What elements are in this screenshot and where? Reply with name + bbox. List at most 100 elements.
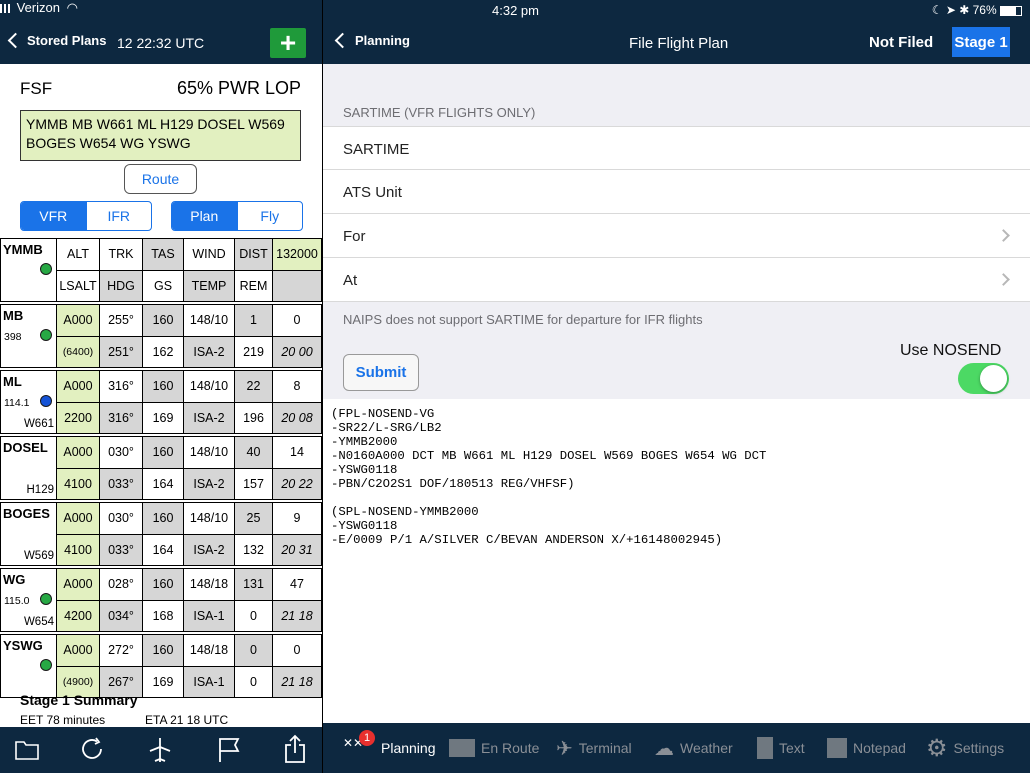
cell-tas: 160 (142, 370, 184, 403)
cell-gs: 168 (142, 599, 184, 632)
leg-row[interactable]: DOSEL H129 A000 030° 160 148/10 40 14 (0, 436, 322, 500)
for-row[interactable]: For (323, 214, 1030, 258)
clock: 4:32 pm (492, 3, 539, 18)
cell-alt[interactable]: A000 (56, 568, 100, 601)
cell-dist: 22 (234, 370, 273, 403)
airplane-icon[interactable] (146, 736, 174, 764)
sartime-row[interactable]: SARTIME (323, 126, 1030, 170)
cell-gs: 164 (142, 533, 184, 566)
cell-lsalt[interactable]: (6400) (56, 335, 100, 368)
tab-notepad[interactable]: Notepad (827, 733, 906, 763)
leg-row[interactable]: MB 398 A000 255° 160 148/10 1 0 (0, 304, 322, 368)
tab-terminal[interactable]: ✈ Terminal (556, 733, 632, 763)
plan-tab[interactable]: Plan (172, 202, 237, 230)
back-to-planning[interactable]: Planning (334, 32, 410, 49)
ifr-tab[interactable]: IFR (85, 202, 152, 230)
folder-icon[interactable] (14, 739, 40, 761)
summary-title: Stage 1 Summary (20, 692, 138, 708)
cell-eta: 20 00 (272, 335, 322, 368)
cell-rem: 196 (234, 401, 273, 434)
waypoint-cell[interactable]: YSWG (0, 634, 57, 698)
sartime-section-header: SARTIME (VFR FLIGHTS ONLY) (343, 105, 536, 120)
waypoint-cell[interactable]: DOSEL H129 (0, 436, 57, 500)
cell-alt[interactable]: A000 (56, 304, 100, 337)
cell-fuel: 9 (272, 502, 322, 535)
cell-alt[interactable]: A000 (56, 436, 100, 469)
back-to-stored-plans[interactable]: Stored Plans (7, 32, 107, 49)
cloud-icon: ☁ (654, 737, 674, 760)
cell-dist: 40 (234, 436, 273, 469)
origin-waypoint-cell[interactable]: YMMB (0, 238, 57, 302)
waypoint-frequency: 115.0 (4, 595, 30, 607)
share-icon[interactable] (283, 734, 307, 764)
location-icon: ➤ (945, 3, 956, 17)
cell-dist: 25 (234, 502, 273, 535)
nosend-toggle[interactable] (958, 363, 1009, 394)
refresh-icon[interactable] (79, 735, 107, 763)
cell-alt[interactable]: A000 (56, 634, 100, 667)
back-label: Stored Plans (27, 33, 107, 48)
back-label: Planning (355, 33, 410, 48)
cell-temp: ISA-2 (183, 467, 235, 500)
header-wind: WIND (183, 238, 235, 271)
wifi-icon: ◠ (66, 0, 78, 15)
cell-fuel: 0 (272, 304, 322, 337)
planning-icon: ✕✕ 1 (343, 730, 375, 760)
airway: H129 (26, 484, 55, 496)
header-alt: ALT (56, 238, 100, 271)
status-icons: ☾ ➤ ✱ 76% (932, 3, 1022, 17)
cell-lsalt[interactable]: 4200 (56, 599, 100, 632)
left-navigation-bar: Verizon ◠ Stored Plans 12 22:32 UTC + (0, 0, 322, 64)
route-button[interactable]: Route (124, 164, 197, 194)
cell-lsalt[interactable]: 4100 (56, 533, 100, 566)
tab-text[interactable]: Text (757, 733, 805, 763)
status-dot-icon (40, 659, 52, 671)
leg-row[interactable]: BOGES W569 A000 030° 160 148/10 25 9 (0, 502, 322, 566)
flight-rules-segment: VFR IFR (20, 201, 152, 231)
leg-row[interactable]: ML 114.1 W661 A000 316° 160 148/10 22 8 (0, 370, 322, 434)
waypoint-name: WG (3, 572, 26, 587)
cell-lsalt[interactable]: 4100 (56, 467, 100, 500)
chevron-right-icon (997, 273, 1010, 286)
header-fuel[interactable]: 132000 (272, 238, 322, 271)
waypoint-frequency: 398 (4, 331, 22, 343)
add-plan-button[interactable]: + (270, 28, 306, 58)
ats-unit-row[interactable]: ATS Unit (323, 170, 1030, 214)
cell-wind: 148/10 (183, 436, 235, 469)
fly-tab[interactable]: Fly (236, 202, 303, 230)
tab-settings[interactable]: ⚙ Settings (926, 733, 1004, 763)
moon-icon: ☾ (931, 3, 943, 17)
tab-label: Planning (381, 740, 436, 756)
tab-planning[interactable]: ✕✕ 1 Planning (343, 730, 436, 763)
at-row[interactable]: At (323, 258, 1030, 302)
submit-button[interactable]: Submit (343, 354, 419, 391)
waypoint-cell[interactable]: WG 115.0 W654 (0, 568, 57, 632)
waypoint-cell[interactable]: BOGES W569 (0, 502, 57, 566)
badge: 1 (359, 730, 375, 746)
plan-source: FSF (20, 79, 53, 98)
waypoint-cell[interactable]: ML 114.1 W661 (0, 370, 57, 434)
flag-icon[interactable] (216, 736, 242, 764)
cell-rem: 0 (234, 665, 273, 698)
vfr-tab[interactable]: VFR (21, 202, 86, 230)
route-button-label: Route (141, 171, 180, 187)
tab-weather[interactable]: ☁ Weather (654, 733, 733, 763)
cell-alt[interactable]: A000 (56, 370, 100, 403)
cell-lsalt[interactable]: 2200 (56, 401, 100, 434)
cell-dist: 131 (234, 568, 273, 601)
cell-alt[interactable]: A000 (56, 502, 100, 535)
waypoint-cell[interactable]: MB 398 (0, 304, 57, 368)
leg-row[interactable]: WG 115.0 W654 A000 028° 160 148/18 131 47 (0, 568, 322, 632)
route-text-box[interactable]: YMMB MB W661 ML H129 DOSEL W569 BOGES W6… (20, 110, 301, 161)
file-flight-plan-form: SARTIME (VFR FLIGHTS ONLY) SARTIME ATS U… (323, 64, 1030, 723)
cell-fuel: 0 (272, 634, 322, 667)
waypoint-name: DOSEL (3, 440, 48, 455)
tab-en-route[interactable]: En Route (449, 733, 539, 763)
leg-row[interactable]: YSWG A000 272° 160 148/18 0 0 (0, 634, 322, 698)
stage-button[interactable]: Stage 1 (952, 27, 1010, 57)
cell-tas: 160 (142, 436, 184, 469)
cell-wind: 148/10 (183, 304, 235, 337)
cell-hdg: 034° (99, 599, 143, 632)
power-setting: 65% PWR LOP (176, 78, 301, 98)
cell-eta: 20 31 (272, 533, 322, 566)
